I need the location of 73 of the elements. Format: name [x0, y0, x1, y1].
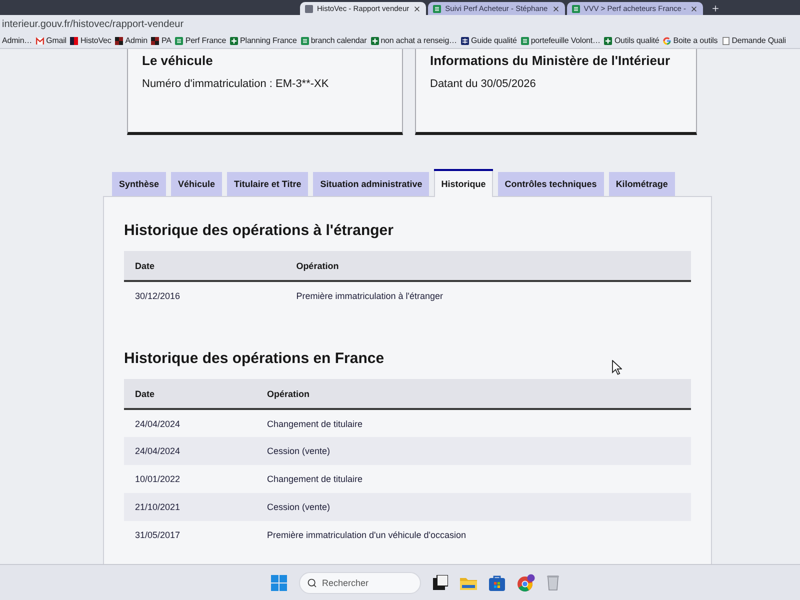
bookmark[interactable]: Boite a outils [663, 36, 718, 45]
tab[interactable]: Historique [434, 169, 493, 197]
tab[interactable]: Kilométrage [608, 172, 675, 196]
table-cell: 10/01/2022 [124, 465, 256, 493]
table-cell: 30/12/2016 [124, 281, 286, 309]
store-icon[interactable] [489, 574, 505, 590]
table-cell: Première immatriculation d'un véhicule d'occasion [256, 521, 691, 549]
table-cell: 21/10/2021 [124, 493, 256, 521]
card-text: Datant du 30/05/2026 [430, 77, 537, 91]
card-title: Le véhicule [142, 53, 214, 69]
table-cell: Cession (vente) [256, 437, 691, 465]
bookmark[interactable]: Perf France [175, 36, 226, 45]
plus-icon [370, 36, 379, 44]
bookmark[interactable]: branch calendar [300, 36, 367, 45]
bin-icon[interactable] [547, 574, 559, 590]
bookmark[interactable]: Admin… [2, 36, 32, 45]
table-cell: Changement de titulaire [256, 465, 691, 493]
flag-icon [70, 36, 78, 44]
search-icon [307, 578, 317, 588]
table-cell: Cession (vente) [256, 493, 691, 521]
column-header: Date [124, 379, 256, 409]
bookmark[interactable]: Demande Quali [722, 36, 786, 45]
plus-icon[interactable] [711, 4, 720, 13]
table-cell: 24/04/2024 [124, 409, 256, 437]
plus-icon [604, 36, 612, 44]
close-icon[interactable] [552, 4, 560, 12]
close-icon[interactable] [413, 4, 422, 12]
windows-logo-icon[interactable] [271, 574, 287, 590]
spreadsheet-icon [433, 4, 442, 12]
tab[interactable]: Situation administrative [313, 172, 430, 196]
document-icon [722, 36, 730, 44]
checkered-square-icon [115, 36, 124, 44]
table-cell: 31/05/2017 [124, 521, 256, 549]
spreadsheet-icon [520, 36, 529, 44]
spreadsheet-icon [572, 4, 580, 12]
address-bar[interactable]: interieur.gouv.fr/histovec/rapport-vendeur [0, 15, 800, 33]
bookmark[interactable]: Gmail [36, 36, 66, 45]
table-cell: 24/04/2024 [124, 437, 256, 465]
task-view-icon[interactable] [433, 575, 448, 590]
folder-icon[interactable] [460, 576, 477, 590]
bookmark[interactable]: Admin [115, 36, 148, 45]
bookmark[interactable]: non achat a renseig… [370, 36, 457, 45]
bookmark[interactable]: Planning France [230, 36, 297, 45]
g-logo-icon [663, 36, 672, 44]
bookmark[interactable]: Outils qualité [604, 36, 660, 45]
plus-icon [230, 36, 238, 44]
table-cell: Changement de titulaire [256, 409, 691, 437]
bookmark[interactable]: HistoVec [70, 36, 112, 45]
close-icon[interactable] [690, 4, 698, 12]
search-field[interactable]: Rechercher [299, 572, 421, 594]
section-heading: Historique des opérations à l'étranger [124, 221, 394, 241]
pointer-icon [612, 360, 622, 375]
column-header: Opération [256, 379, 691, 409]
card-title: Informations du Ministère de l'Intérieur [430, 53, 672, 69]
checkered-square-icon [151, 36, 160, 44]
table-cell: Première immatriculation à l'étranger [285, 281, 691, 309]
tab[interactable]: Synthèse [112, 172, 166, 196]
mail-icon [36, 36, 44, 44]
tab[interactable]: Véhicule [171, 172, 222, 196]
card-text: Numéro d'immatriculation : EM-3**-XK [142, 77, 330, 91]
tab[interactable]: Contrôles techniques [498, 172, 604, 196]
tab[interactable]: Titulaire et Titre [227, 172, 308, 196]
spreadsheet-icon [300, 36, 309, 44]
grid-icon [460, 36, 469, 44]
column-header: Opération [285, 251, 691, 281]
section-heading: Historique des opérations en France [124, 349, 384, 369]
bookmark[interactable]: Guide qualité [460, 36, 517, 45]
bookmark[interactable]: portefeuille Volont… [520, 36, 600, 45]
spreadsheet-icon [175, 36, 184, 44]
browser-icon[interactable] [517, 574, 535, 592]
page-icon [305, 4, 313, 12]
bookmark[interactable]: PA [151, 36, 172, 45]
column-header: Date [124, 251, 286, 281]
